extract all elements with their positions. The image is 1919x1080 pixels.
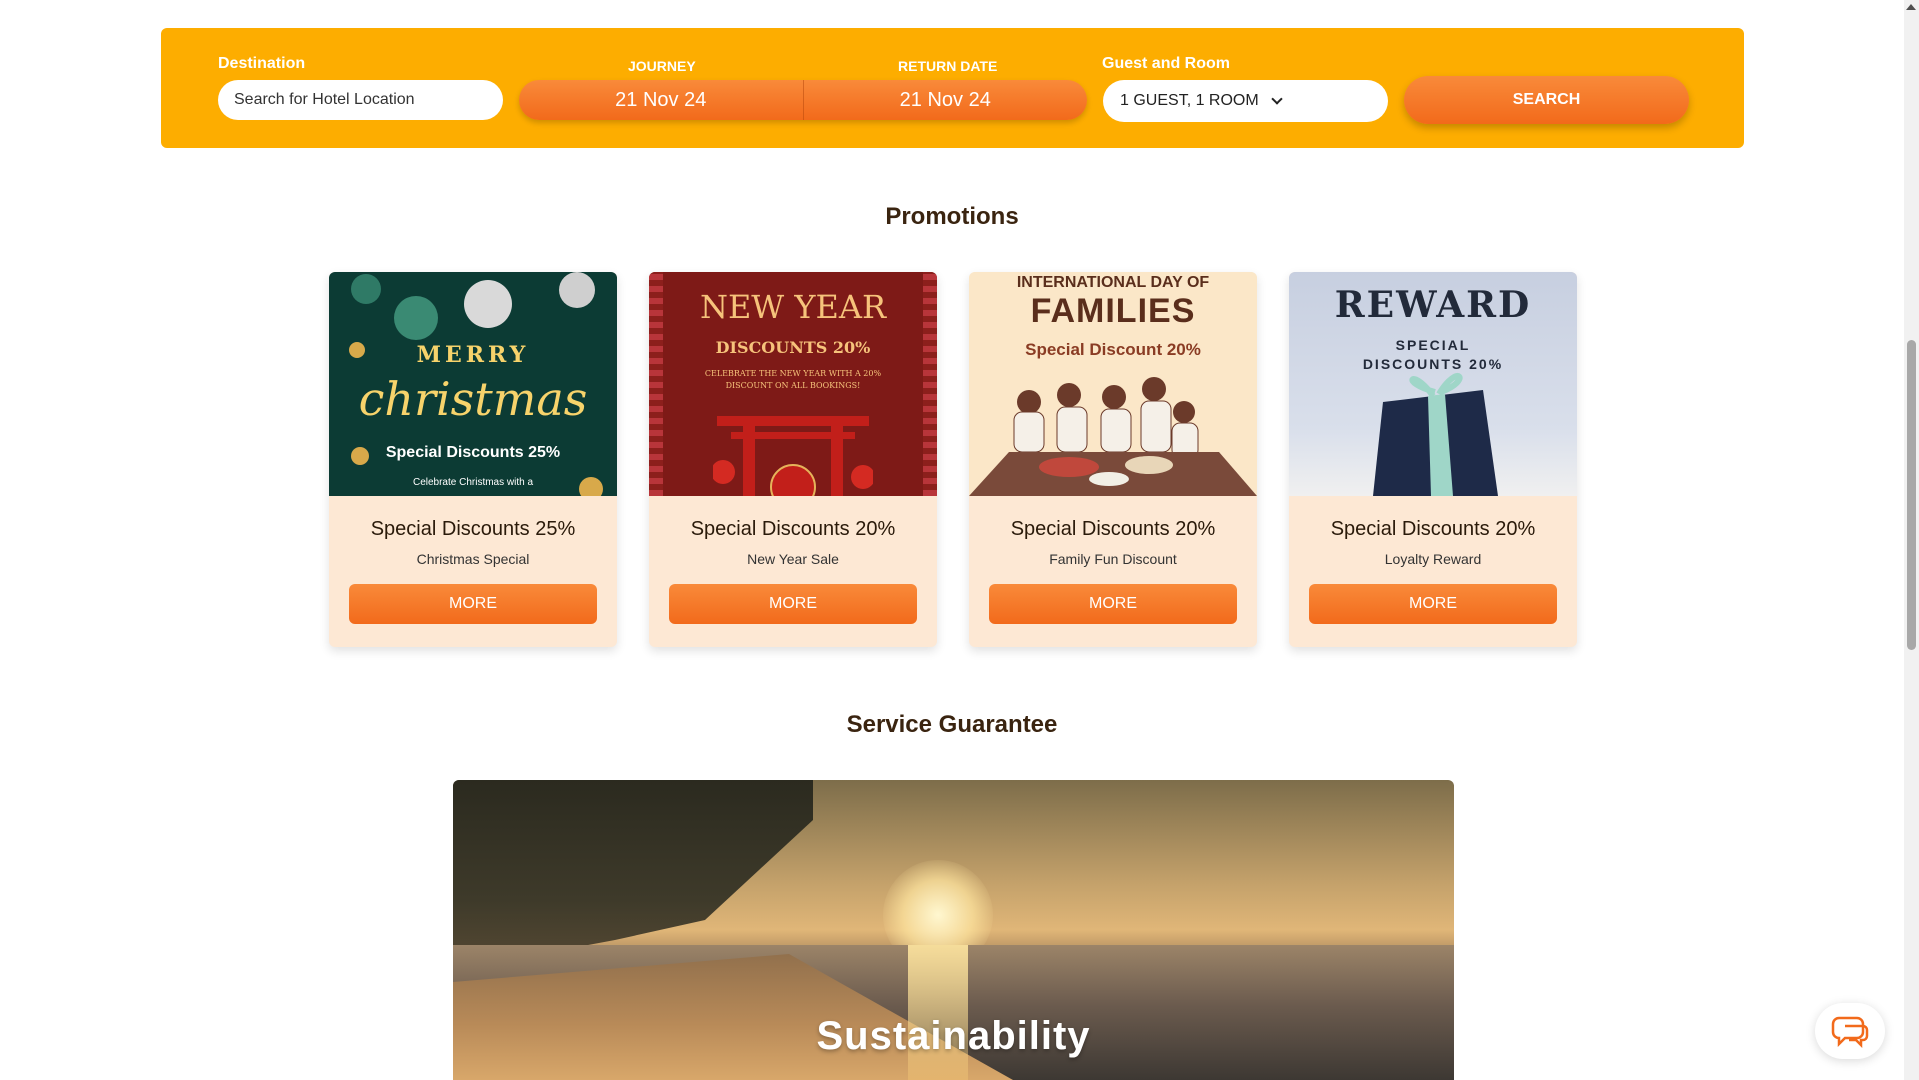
hotel-search-bar: Destination JOURNEY RETURN DATE 21 Nov 2… [161, 28, 1744, 148]
christmas-image-text: christmas [358, 372, 588, 426]
reward-image-text: SPECIAL [1395, 337, 1471, 353]
promotion-card: INTERNATIONAL DAY OF FAMILIES Special Di… [969, 272, 1257, 647]
journey-label: JOURNEY [628, 58, 696, 74]
families-image-text: INTERNATIONAL DAY OF [1016, 274, 1210, 291]
more-button[interactable]: MORE [989, 584, 1237, 624]
card-title: Special Discounts 20% [690, 518, 896, 540]
chevron-down-icon [1271, 92, 1283, 105]
promotion-card: NEW YEAR DISCOUNTS 20% CELEBRATE THE NEW… [649, 272, 937, 647]
chat-icon [1831, 1016, 1869, 1048]
families-image-text: Special Discount 20% [1025, 340, 1201, 359]
scrollbar-thumb[interactable] [1907, 340, 1916, 650]
search-button[interactable]: SEARCH [1404, 76, 1689, 124]
card-title: Special Discounts 20% [1010, 518, 1216, 540]
chat-button[interactable] [1815, 1003, 1885, 1059]
christmas-image-text: Special Discounts 25% [385, 444, 561, 461]
card-subtitle: Christmas Special [416, 551, 530, 567]
card-subtitle: Loyalty Reward [1384, 551, 1482, 567]
more-button[interactable]: MORE [669, 584, 917, 624]
return-date-field[interactable]: 21 Nov 24 [802, 80, 1088, 120]
scroll-up-arrow-icon[interactable] [1906, 4, 1916, 10]
new-year-image-text: NEW YEAR [699, 288, 887, 326]
service-guarantee-heading: Service Guarantee [846, 711, 1058, 738]
more-button[interactable]: MORE [349, 584, 597, 624]
christmas-promo-image: MERRY christmas Special Discounts 25% Ce… [329, 272, 617, 496]
torii-gate-icon [713, 416, 873, 496]
guest-room-label: Guest and Room [1102, 55, 1231, 72]
card-subtitle: New Year Sale [747, 551, 839, 567]
new-year-promo-image: NEW YEAR DISCOUNTS 20% CELEBRATE THE NEW… [649, 272, 937, 496]
new-year-image-text: CELEBRATE THE NEW YEAR WITH A 20% DISCOU… [704, 369, 882, 390]
card-subtitle: Family Fun Discount [1049, 551, 1177, 567]
banner-title: Sustainability [816, 1014, 1091, 1058]
journey-date-field[interactable]: 21 Nov 24 [519, 80, 803, 120]
reward-image-text: REWARD [1334, 284, 1532, 326]
guest-room-value: 1 GUEST, 1 ROOM [1120, 92, 1259, 109]
family-illustration-icon [969, 377, 1257, 496]
sustainability-banner[interactable]: Sustainability [453, 780, 1454, 1080]
promotions-heading: Promotions [885, 203, 1019, 230]
reward-promo-image: REWARD SPECIAL DISCOUNTS 20% [1289, 272, 1577, 496]
guest-room-select[interactable]: 1 GUEST, 1 ROOM [1103, 80, 1388, 122]
page-scrollbar[interactable] [1904, 0, 1919, 1080]
date-range-picker: 21 Nov 24 21 Nov 24 [519, 80, 1087, 120]
families-promo-image: INTERNATIONAL DAY OF FAMILIES Special Di… [969, 272, 1257, 496]
more-button[interactable]: MORE [1309, 584, 1557, 624]
promotion-card: MERRY christmas Special Discounts 25% Ce… [329, 272, 617, 647]
christmas-image-text: MERRY [416, 342, 530, 368]
christmas-image-text: Celebrate Christmas with a [412, 477, 534, 488]
gift-box-icon [1373, 373, 1498, 496]
destination-label: Destination [218, 55, 306, 72]
sun-reflection [908, 945, 968, 1080]
new-year-image-text: DISCOUNTS 20% [715, 338, 871, 357]
promotion-cards: MERRY christmas Special Discounts 25% Ce… [329, 272, 1577, 647]
return-date-label: RETURN DATE [898, 58, 998, 74]
card-title: Special Discounts 25% [370, 518, 576, 540]
card-title: Special Discounts 20% [1330, 518, 1536, 540]
destination-input[interactable] [218, 80, 503, 120]
families-image-text: FAMILIES [1030, 292, 1196, 330]
promotion-card: REWARD SPECIAL DISCOUNTS 20% Special Dis… [1289, 272, 1577, 647]
